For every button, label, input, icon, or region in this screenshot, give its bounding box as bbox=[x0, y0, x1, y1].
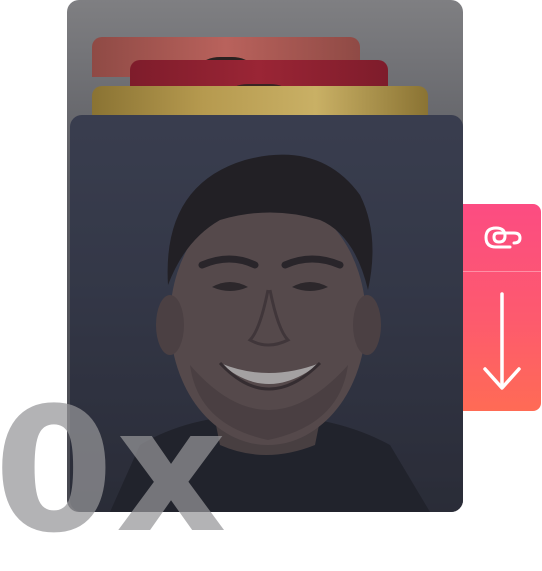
link-loop-icon bbox=[484, 226, 522, 248]
front-card-portrait[interactable] bbox=[70, 115, 463, 512]
download-button[interactable] bbox=[463, 272, 541, 411]
portrait-photo bbox=[70, 115, 463, 512]
side-toolbar bbox=[463, 204, 541, 411]
link-button[interactable] bbox=[463, 204, 541, 271]
arrow-down-icon bbox=[483, 291, 521, 390]
